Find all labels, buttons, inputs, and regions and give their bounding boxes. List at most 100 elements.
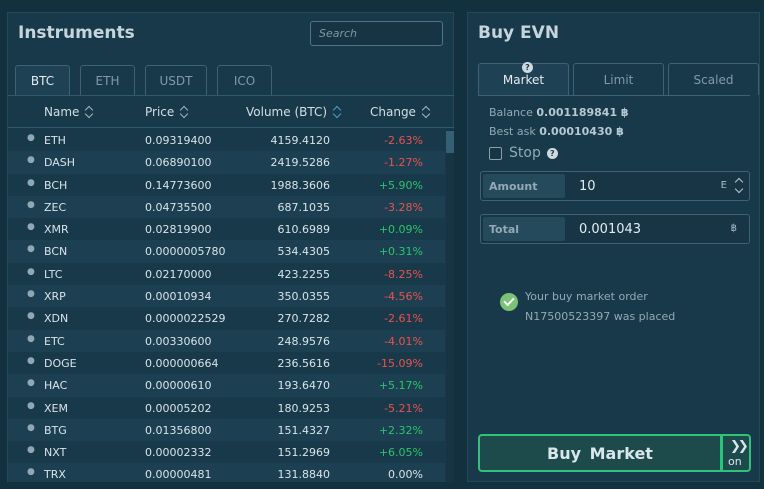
cell-change: -15.09% [377, 356, 423, 370]
buy-on-toggle-button[interactable]: ❯❯ on [721, 434, 751, 472]
table-header: Name Price Volume (BTC) Change [8, 95, 454, 128]
cell-name: DOGE [44, 356, 77, 370]
table-row[interactable]: ● ETC 0.00330600 248.9576 -4.01% [8, 329, 445, 352]
cell-name: XRP [44, 290, 66, 304]
row-bullet-icon: ● [27, 400, 35, 411]
cell-price: 0.09319400 [145, 134, 212, 147]
amount-value[interactable]: 10 [579, 179, 596, 194]
row-bullet-icon: ● [27, 422, 35, 433]
stop-checkbox[interactable] [489, 146, 502, 160]
column-change-header[interactable]: Change [370, 96, 430, 128]
stop-option[interactable]: Stop ? [489, 145, 558, 161]
cell-volume: 534.4305 [277, 245, 331, 259]
table-row[interactable]: ● XEM 0.00005202 180.9253 -5.21% [8, 397, 445, 419]
column-name-header[interactable]: Name [44, 96, 93, 128]
cell-price: 0.00330600 [145, 334, 212, 348]
balance-info: Balance 0.001189841 ฿ [489, 106, 629, 119]
table-row[interactable]: ● XMR 0.02819900 610.6989 +0.09% [8, 218, 445, 240]
table-row[interactable]: ● XRP 0.00010934 350.0355 -4.56% [8, 285, 445, 308]
best-ask-value: 0.00010430 ฿ [539, 125, 624, 138]
table-row[interactable]: ● ZEC 0.04735500 687.1035 -3.28% [8, 195, 445, 219]
currency-tabs: BTC ETH USDT ICO [15, 65, 282, 95]
on-label: on [728, 455, 742, 468]
amount-field[interactable]: Amount 10 E [480, 171, 750, 201]
best-ask-info: Best ask 0.00010430 ฿ [489, 125, 624, 138]
cell-change: -5.21% [384, 401, 423, 415]
amount-unit: E [720, 180, 727, 191]
cell-change: -3.28% [384, 200, 423, 214]
cell-name: ZEC [44, 200, 67, 214]
notice-line-2: N17500523397 was placed [525, 310, 676, 323]
column-change-label: Change [370, 105, 416, 119]
tab-limit[interactable]: Limit [573, 63, 664, 95]
total-field[interactable]: Total 0.001043 ฿ [480, 214, 750, 244]
help-icon[interactable]: ? [522, 62, 533, 73]
cell-name: BCN [44, 245, 68, 259]
table-row[interactable]: ● ETH 0.09319400 4159.4120 -2.63% [8, 129, 445, 151]
tab-market[interactable]: ? Market [478, 62, 569, 95]
cell-name: DASH [44, 156, 76, 170]
cell-volume: 687.1035 [277, 200, 331, 214]
cell-volume: 350.0355 [277, 290, 331, 304]
table-row[interactable]: ● TRX 0.00000481 131.8840 0.00% [8, 463, 445, 482]
amount-stepper-icon[interactable] [735, 177, 743, 195]
row-bullet-icon: ● [27, 289, 35, 300]
table-row[interactable]: ● LTC 0.02170000 423.2255 -8.25% [8, 263, 445, 285]
buy-panel: Buy EVN ? Market Limit Scaled Balance 0.… [467, 12, 760, 482]
tabs-divider [478, 95, 750, 96]
column-volume-header[interactable]: Volume (BTC) [246, 96, 341, 128]
row-bullet-icon: ● [27, 133, 35, 143]
help-icon[interactable]: ? [546, 147, 558, 159]
row-bullet-icon: ● [27, 266, 35, 277]
column-name-label: Name [44, 105, 80, 119]
table-row[interactable]: ● BCN 0.0000005780 534.4305 +0.31% [8, 240, 445, 263]
table-row[interactable]: ● NXT 0.00002332 151.2969 +6.05% [8, 441, 445, 463]
cell-change: 0.00% [388, 468, 423, 482]
cell-price: 0.0000005780 [145, 245, 226, 259]
order-notice: Your buy market order N17500523397 was p… [500, 287, 675, 327]
tab-btc[interactable]: BTC [15, 65, 70, 95]
table-row[interactable]: ● BCH 0.14773600 1988.3606 +5.90% [8, 174, 445, 196]
sort-icon [333, 105, 341, 119]
cell-name: TRX [44, 468, 66, 482]
cell-name: BCH [44, 178, 68, 192]
cell-name: ETC [44, 334, 65, 348]
cell-price: 0.01356800 [145, 423, 212, 437]
table-row[interactable]: ● DASH 0.06890100 2419.5286 -1.27% [8, 151, 445, 174]
row-bullet-icon: ● [27, 244, 35, 255]
column-price-header[interactable]: Price [145, 96, 188, 128]
scrollbar-thumb[interactable] [446, 131, 454, 153]
balance-value: 0.001189841 ฿ [536, 106, 629, 119]
cell-price: 0.02819900 [145, 223, 212, 237]
check-circle-icon [500, 293, 518, 311]
cell-volume: 193.6470 [277, 379, 331, 393]
row-bullet-icon: ● [27, 177, 35, 188]
cell-name: XDN [44, 312, 69, 326]
tab-market-label: Market [502, 72, 545, 87]
row-bullet-icon: ● [27, 155, 35, 166]
cell-price: 0.00000610 [145, 379, 212, 393]
table-row[interactable]: ● BTG 0.01356800 151.4327 +2.32% [8, 418, 445, 442]
row-bullet-icon: ● [27, 222, 35, 233]
tab-ico[interactable]: ICO [217, 65, 272, 95]
table-scrollbar[interactable] [446, 129, 454, 482]
total-value[interactable]: 0.001043 [579, 222, 641, 237]
cell-volume: 151.2969 [277, 446, 331, 460]
row-bullet-icon: ● [27, 378, 35, 389]
row-bullet-icon: ● [27, 333, 35, 344]
buy-market-button[interactable]: Buy Market [478, 434, 722, 472]
cell-price: 0.000000664 [145, 356, 219, 370]
search-input[interactable] [310, 21, 443, 46]
table-row[interactable]: ● DOGE 0.000000664 236.5616 -15.09% [8, 352, 445, 374]
cell-volume: 270.7282 [277, 312, 331, 326]
balance-label: Balance [489, 106, 533, 119]
instruments-title: Instruments [18, 23, 135, 43]
tab-eth[interactable]: ETH [80, 65, 135, 95]
table-row[interactable]: ● HAC 0.00000610 193.6470 +5.17% [8, 374, 445, 397]
total-label: Total [483, 217, 565, 241]
table-row[interactable]: ● XDN 0.0000022529 270.7282 -2.61% [8, 307, 445, 329]
row-bullet-icon: ● [27, 355, 35, 366]
tab-scaled[interactable]: Scaled [668, 63, 759, 95]
notice-line-1: Your buy market order [525, 290, 648, 303]
tab-usdt[interactable]: USDT [145, 65, 207, 95]
